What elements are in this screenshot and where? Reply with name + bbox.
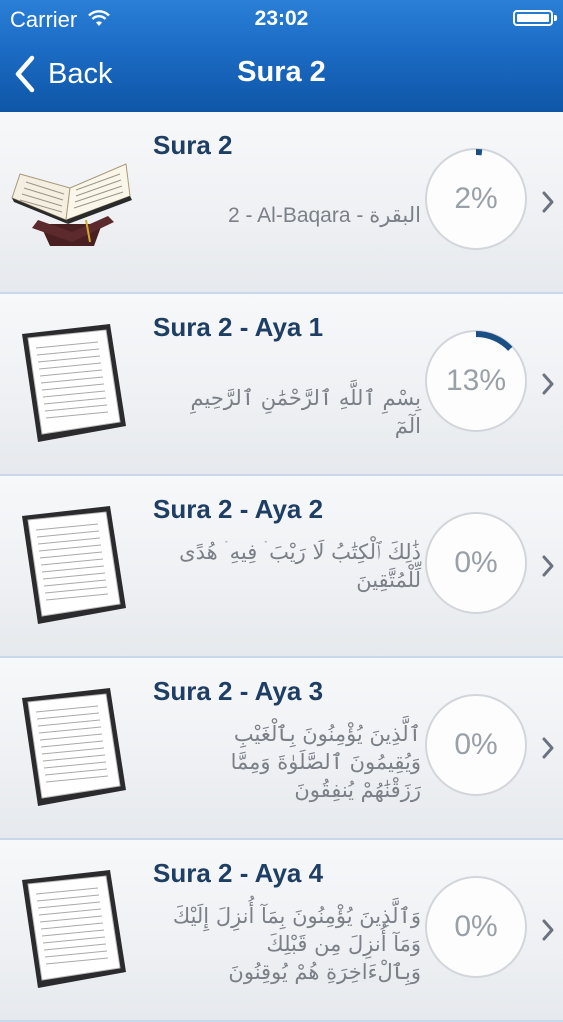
progress-ring: 0%	[423, 692, 529, 798]
list-item-aya[interactable]: Sura 2 - Aya 3 ٱلَّذِينَ يُؤْمِنُونَ بِٱ…	[0, 658, 563, 840]
row-arabic-text: بِسْمِ ٱللَّهِ ٱلرَّحْمَٰنِ ٱلرَّحِيمِ ا…	[171, 384, 421, 440]
list-item-aya[interactable]: Sura 2 - Aya 2 ذَٰلِكَ ٱلْكِتَٰبُ لَا رَ…	[0, 476, 563, 658]
document-icon	[18, 868, 130, 994]
row-arabic-text: ٱلَّذِينَ يُؤْمِنُونَ بِٱلْغَيْبِ وَيُقِ…	[171, 720, 421, 804]
row-title: Sura 2 - Aya 1	[153, 312, 323, 343]
status-bar: Carrier 23:02	[0, 0, 563, 38]
progress-ring: 2%	[423, 146, 529, 252]
row-arabic-text: ذَٰلِكَ ٱلْكِتَٰبُ لَا رَيْبَ ۛ فِيهِ ۛ …	[171, 538, 421, 594]
row-title: Sura 2	[153, 130, 233, 161]
chevron-right-icon	[541, 918, 555, 942]
row-arabic-text: وَٱلَّذِينَ يُؤْمِنُونَ بِمَآ أُنزِلَ إِ…	[171, 902, 421, 986]
progress-percent: 0%	[423, 692, 529, 798]
progress-ring: 0%	[423, 510, 529, 616]
clock-label: 23:02	[0, 7, 563, 31]
chevron-right-icon	[541, 190, 555, 214]
quran-book-icon	[10, 158, 134, 254]
row-title: Sura 2 - Aya 3	[153, 676, 323, 707]
document-icon	[18, 322, 130, 448]
progress-percent: 0%	[423, 874, 529, 980]
progress-percent: 2%	[423, 146, 529, 252]
document-icon	[18, 686, 130, 812]
chevron-right-icon	[541, 372, 555, 396]
aya-list: Sura 2 2 - Al-Baqara - البقرة 2%	[0, 112, 563, 1022]
progress-percent: 0%	[423, 510, 529, 616]
chevron-right-icon	[541, 554, 555, 578]
document-icon	[18, 504, 130, 630]
battery-icon	[513, 10, 553, 26]
chevron-right-icon	[541, 736, 555, 760]
progress-ring: 13%	[423, 328, 529, 434]
row-title: Sura 2 - Aya 4	[153, 858, 323, 889]
list-item-sura[interactable]: Sura 2 2 - Al-Baqara - البقرة 2%	[0, 112, 563, 294]
progress-percent: 13%	[423, 328, 529, 434]
navigation-bar: Carrier 23:02 Back Sura 2	[0, 0, 563, 112]
progress-ring: 0%	[423, 874, 529, 980]
row-title: Sura 2 - Aya 2	[153, 494, 323, 525]
list-item-aya[interactable]: Sura 2 - Aya 1 بِسْمِ ٱللَّهِ ٱلرَّحْمَٰ…	[0, 294, 563, 476]
page-title: Sura 2	[0, 56, 563, 89]
list-item-aya[interactable]: Sura 2 - Aya 4 وَٱلَّذِينَ يُؤْمِنُونَ ب…	[0, 840, 563, 1022]
row-subtitle: 2 - Al-Baqara - البقرة	[161, 202, 421, 230]
